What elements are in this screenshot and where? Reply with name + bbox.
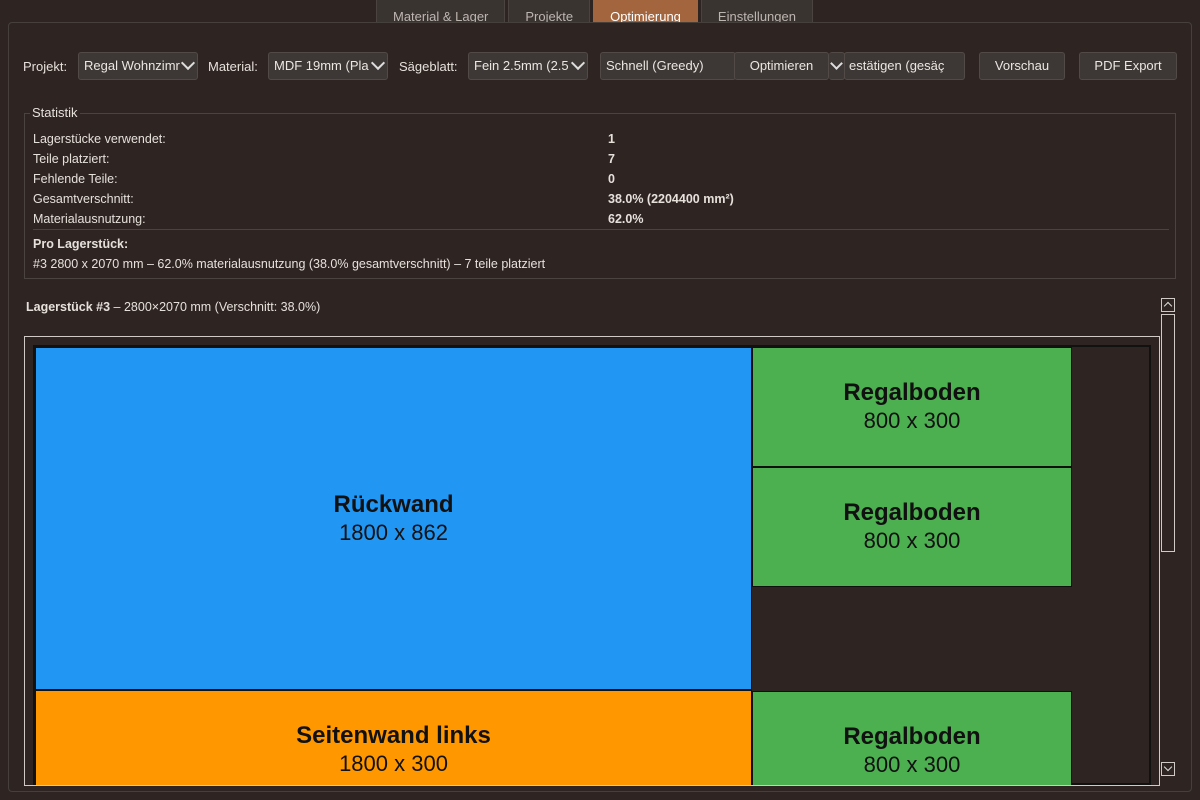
piece-regalboden[interactable]: Regalboden 800 x 300 — [752, 467, 1072, 587]
stat-value: 62.0% — [608, 212, 644, 226]
scrollbar-thumb[interactable] — [1161, 314, 1175, 552]
optimize-menu-button[interactable] — [829, 52, 845, 80]
stock-caption: Lagerstück #3 – 2800×2070 mm (Verschnitt… — [26, 300, 320, 314]
saegeblatt-select-value: Fein 2.5mm (2.5 — [474, 58, 569, 73]
piece-dimensions: 800 x 300 — [863, 408, 961, 433]
stat-label: Lagerstücke verwendet: — [33, 132, 166, 146]
stat-value: 0 — [608, 172, 615, 186]
chevron-down-icon — [830, 57, 843, 70]
per-stock-heading: Pro Lagerstück: — [33, 237, 129, 251]
scroll-up-icon[interactable] — [1161, 298, 1175, 312]
cutting-layout-canvas: Rückwand 1800 x 862 Regalboden 800 x 300… — [24, 336, 1160, 786]
projekt-label: Projekt: — [23, 59, 68, 74]
material-select[interactable]: MDF 19mm (Pla — [268, 52, 388, 80]
toolbar: Projekt: Regal Wohnzimr Material: MDF 19… — [23, 52, 1183, 80]
stock-caption-title: Lagerstück #3 — [26, 300, 111, 314]
algorithm-select-value: Schnell (Greedy) — [606, 58, 704, 73]
algorithm-select[interactable]: Schnell (Greedy) — [600, 52, 736, 80]
piece-dimensions: 800 x 300 — [863, 528, 961, 553]
vertical-scrollbar[interactable] — [1160, 296, 1178, 778]
chevron-down-icon — [180, 55, 196, 71]
piece-name: Regalboden — [843, 723, 981, 750]
projekt-select[interactable]: Regal Wohnzimr — [78, 52, 198, 80]
scroll-down-icon[interactable] — [1161, 762, 1175, 776]
stat-label: Gesamtverschnitt: — [33, 192, 134, 206]
optimize-button[interactable]: Optimieren — [734, 52, 829, 80]
piece-regalboden[interactable]: Regalboden 800 x 300 — [752, 691, 1072, 785]
statistics-title: Statistik — [30, 105, 80, 120]
saegeblatt-label: Sägeblatt: — [399, 59, 458, 74]
projekt-select-value: Regal Wohnzimr — [84, 58, 180, 73]
confirm-button[interactable]: estätigen (gesäç — [844, 52, 965, 80]
piece-regalboden[interactable]: Regalboden 800 x 300 — [752, 347, 1072, 467]
piece-seitenwand-links[interactable]: Seitenwand links 1800 x 300 — [35, 690, 752, 785]
material-label: Material: — [208, 59, 258, 74]
piece-dimensions: 1800 x 300 — [339, 751, 448, 776]
piece-name: Seitenwand links — [296, 722, 491, 749]
piece-dimensions: 1800 x 862 — [339, 519, 448, 545]
piece-name: Rückwand — [333, 490, 454, 518]
pdf-export-button[interactable]: PDF Export — [1079, 52, 1177, 80]
stock-sheet: Rückwand 1800 x 862 Regalboden 800 x 300… — [33, 345, 1151, 785]
piece-rueckwand[interactable]: Rückwand 1800 x 862 — [35, 347, 752, 690]
stat-value: 7 — [608, 152, 615, 166]
chevron-down-icon — [370, 55, 386, 71]
piece-name: Regalboden — [843, 499, 981, 526]
divider — [33, 229, 1169, 230]
stat-value: 1 — [608, 132, 615, 146]
scrollbar-track[interactable] — [1161, 314, 1175, 758]
stat-label: Teile platziert: — [33, 152, 110, 166]
piece-dimensions: 800 x 300 — [863, 752, 961, 777]
material-select-value: MDF 19mm (Pla — [274, 58, 369, 73]
saegeblatt-select[interactable]: Fein 2.5mm (2.5 — [468, 52, 588, 80]
stat-label: Fehlende Teile: — [33, 172, 118, 186]
piece-name: Regalboden — [843, 379, 981, 406]
preview-button[interactable]: Vorschau — [979, 52, 1065, 80]
stat-value: 38.0% (2204400 mm²) — [608, 192, 734, 206]
stat-label: Materialausnutzung: — [33, 212, 146, 226]
chevron-down-icon — [570, 55, 586, 71]
per-stock-summary: #3 2800 x 2070 mm – 62.0% materialausnut… — [33, 257, 546, 271]
statistics-group: Lagerstücke verwendet: 1 Teile platziert… — [24, 113, 1176, 279]
stock-caption-details: – 2800×2070 mm (Verschnitt: 38.0%) — [110, 300, 321, 314]
